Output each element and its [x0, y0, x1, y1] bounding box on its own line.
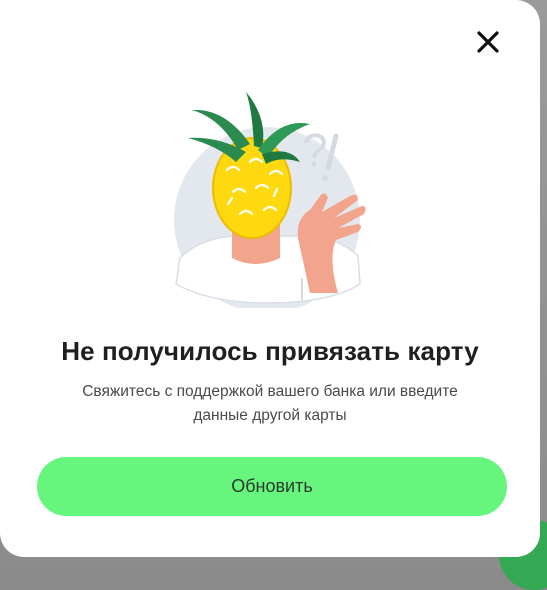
- dialog-title: Не получилось привязать карту: [0, 336, 540, 367]
- dialog-message: Свяжитесь с поддержкой вашего банка или …: [40, 380, 500, 428]
- dialog-message-line-2: данные другой карты: [40, 404, 500, 428]
- card-link-error-dialog: ? Не получилось привязать карту Свяжитес…: [0, 0, 540, 557]
- close-icon: [472, 27, 504, 59]
- pineapple-head-person-illustration: ?: [170, 88, 380, 308]
- close-button[interactable]: [472, 27, 504, 59]
- refresh-button[interactable]: Обновить: [37, 457, 507, 516]
- dialog-message-line-1: Свяжитесь с поддержкой вашего банка или …: [40, 380, 500, 404]
- svg-text:?: ?: [302, 124, 328, 176]
